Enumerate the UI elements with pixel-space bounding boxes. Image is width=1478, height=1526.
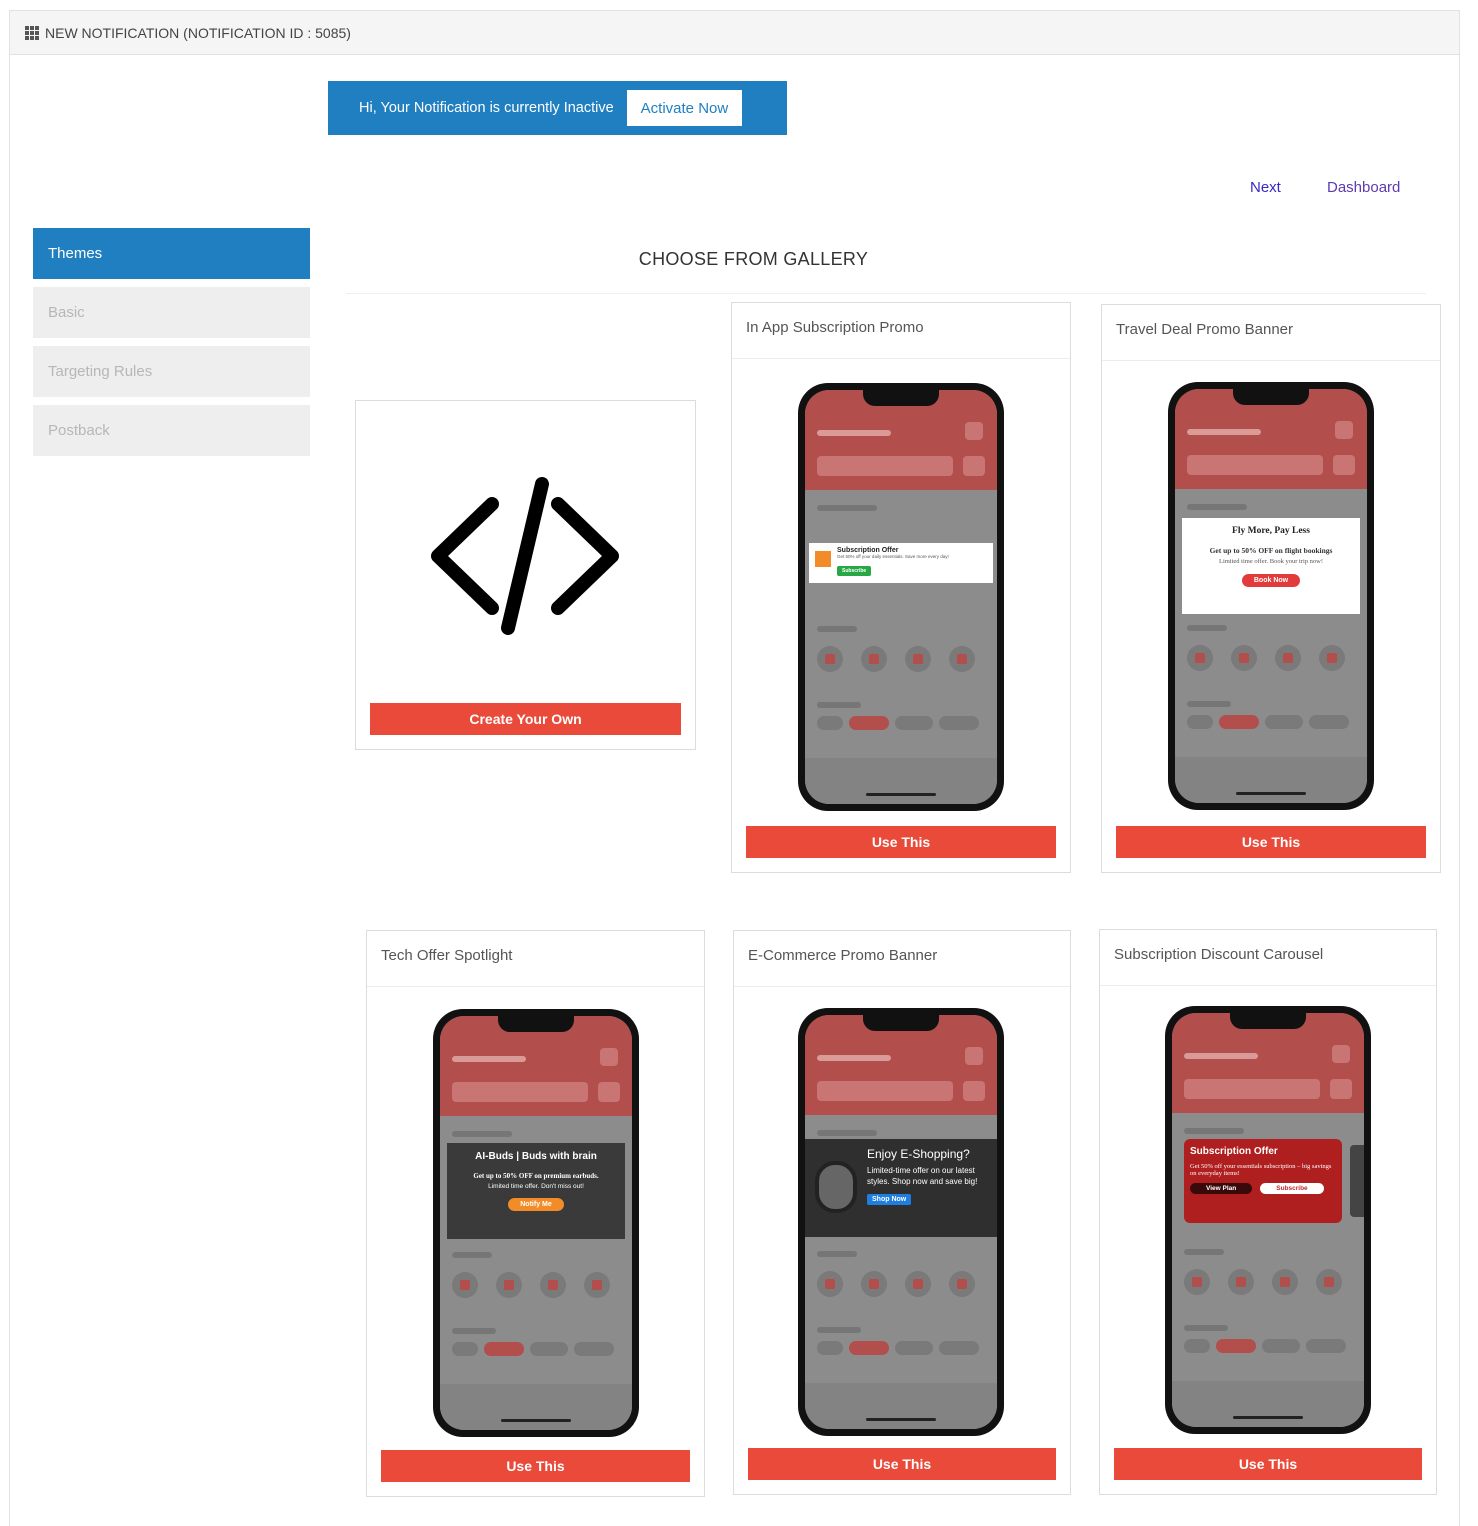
- bell-icon: [600, 1048, 618, 1066]
- template-card: Subscription Discount Carousel Subscript…: [1099, 929, 1437, 1495]
- phone-preview: Fly More, Pay Less Get up to 50% OFF on …: [1168, 382, 1374, 810]
- page-frame: NEW NOTIFICATION (NOTIFICATION ID : 5085…: [9, 10, 1460, 1526]
- search-icon: [452, 1082, 588, 1102]
- search-icon: [817, 456, 953, 476]
- template-title: Travel Deal Promo Banner: [1116, 321, 1294, 338]
- sidebar: Themes Basic Targeting Rules Postback: [33, 228, 310, 464]
- sidebar-item-themes[interactable]: Themes: [33, 228, 310, 279]
- bell-icon: [1335, 421, 1353, 439]
- grid-icon: [25, 25, 39, 40]
- template-title: E-Commerce Promo Banner: [748, 947, 938, 964]
- gallery-divider: [346, 293, 1426, 294]
- status-message: Hi, Your Notification is currently Inact…: [359, 100, 614, 116]
- use-this-button[interactable]: Use This: [748, 1448, 1056, 1480]
- phone-preview: Enjoy E-Shopping? Limited-time offer on …: [798, 1008, 1004, 1436]
- template-card: Travel Deal Promo Banner Fly More, Pay L…: [1101, 304, 1441, 873]
- use-this-button[interactable]: Use This: [746, 826, 1056, 858]
- template-title: In App Subscription Promo: [746, 319, 924, 336]
- bell-icon: [1332, 1045, 1350, 1063]
- search-icon: [817, 1081, 953, 1101]
- gallery-title: CHOOSE FROM GALLERY: [638, 249, 869, 269]
- popup-preview: AI-Buds | Buds with brain Get up to 50% …: [447, 1143, 625, 1239]
- sidebar-item-postback[interactable]: Postback: [33, 405, 310, 456]
- create-own-card: Create Your Own: [355, 400, 696, 750]
- bell-icon: [965, 422, 983, 440]
- template-card: Tech Offer Spotlight AI-Buds | Buds with…: [366, 930, 705, 1497]
- create-your-own-button[interactable]: Create Your Own: [370, 703, 681, 735]
- code-icon: [431, 477, 619, 635]
- search-icon: [1187, 455, 1323, 475]
- template-title: Tech Offer Spotlight: [381, 947, 513, 964]
- search-icon: [1184, 1079, 1320, 1099]
- page-title: NEW NOTIFICATION (NOTIFICATION ID : 5085…: [45, 24, 351, 41]
- template-title: Subscription Discount Carousel: [1114, 946, 1324, 963]
- use-this-button[interactable]: Use This: [381, 1450, 690, 1482]
- watch-icon: [815, 1161, 857, 1213]
- status-banner: Hi, Your Notification is currently Inact…: [328, 81, 787, 135]
- bell-icon: [965, 1047, 983, 1065]
- dashboard-link[interactable]: Dashboard: [1327, 179, 1400, 196]
- template-card: In App Subscription Promo Subscription O…: [731, 302, 1071, 873]
- phone-preview: Subscription Offer Get 50% off your dail…: [798, 383, 1004, 811]
- next-link[interactable]: Next: [1250, 179, 1281, 196]
- activate-now-button[interactable]: Activate Now: [626, 90, 743, 126]
- phone-preview: Subscription Offer Get 50% off your esse…: [1165, 1006, 1371, 1434]
- template-card: E-Commerce Promo Banner Enjoy E-Shopping…: [733, 930, 1071, 1495]
- page-header: NEW NOTIFICATION (NOTIFICATION ID : 5085…: [10, 11, 1459, 55]
- popup-preview: Enjoy E-Shopping? Limited-time offer on …: [805, 1139, 997, 1237]
- use-this-button[interactable]: Use This: [1116, 826, 1426, 858]
- sidebar-item-basic[interactable]: Basic: [33, 287, 310, 338]
- popup-preview: Subscription Offer Get 50% off your dail…: [809, 543, 993, 583]
- popup-preview: Subscription Offer Get 50% off your esse…: [1184, 1139, 1342, 1223]
- use-this-button[interactable]: Use This: [1114, 1448, 1422, 1480]
- chart-icon: [815, 551, 831, 567]
- sidebar-item-targeting-rules[interactable]: Targeting Rules: [33, 346, 310, 397]
- popup-preview: Fly More, Pay Less Get up to 50% OFF on …: [1182, 518, 1360, 614]
- phone-preview: AI-Buds | Buds with brain Get up to 50% …: [433, 1009, 639, 1437]
